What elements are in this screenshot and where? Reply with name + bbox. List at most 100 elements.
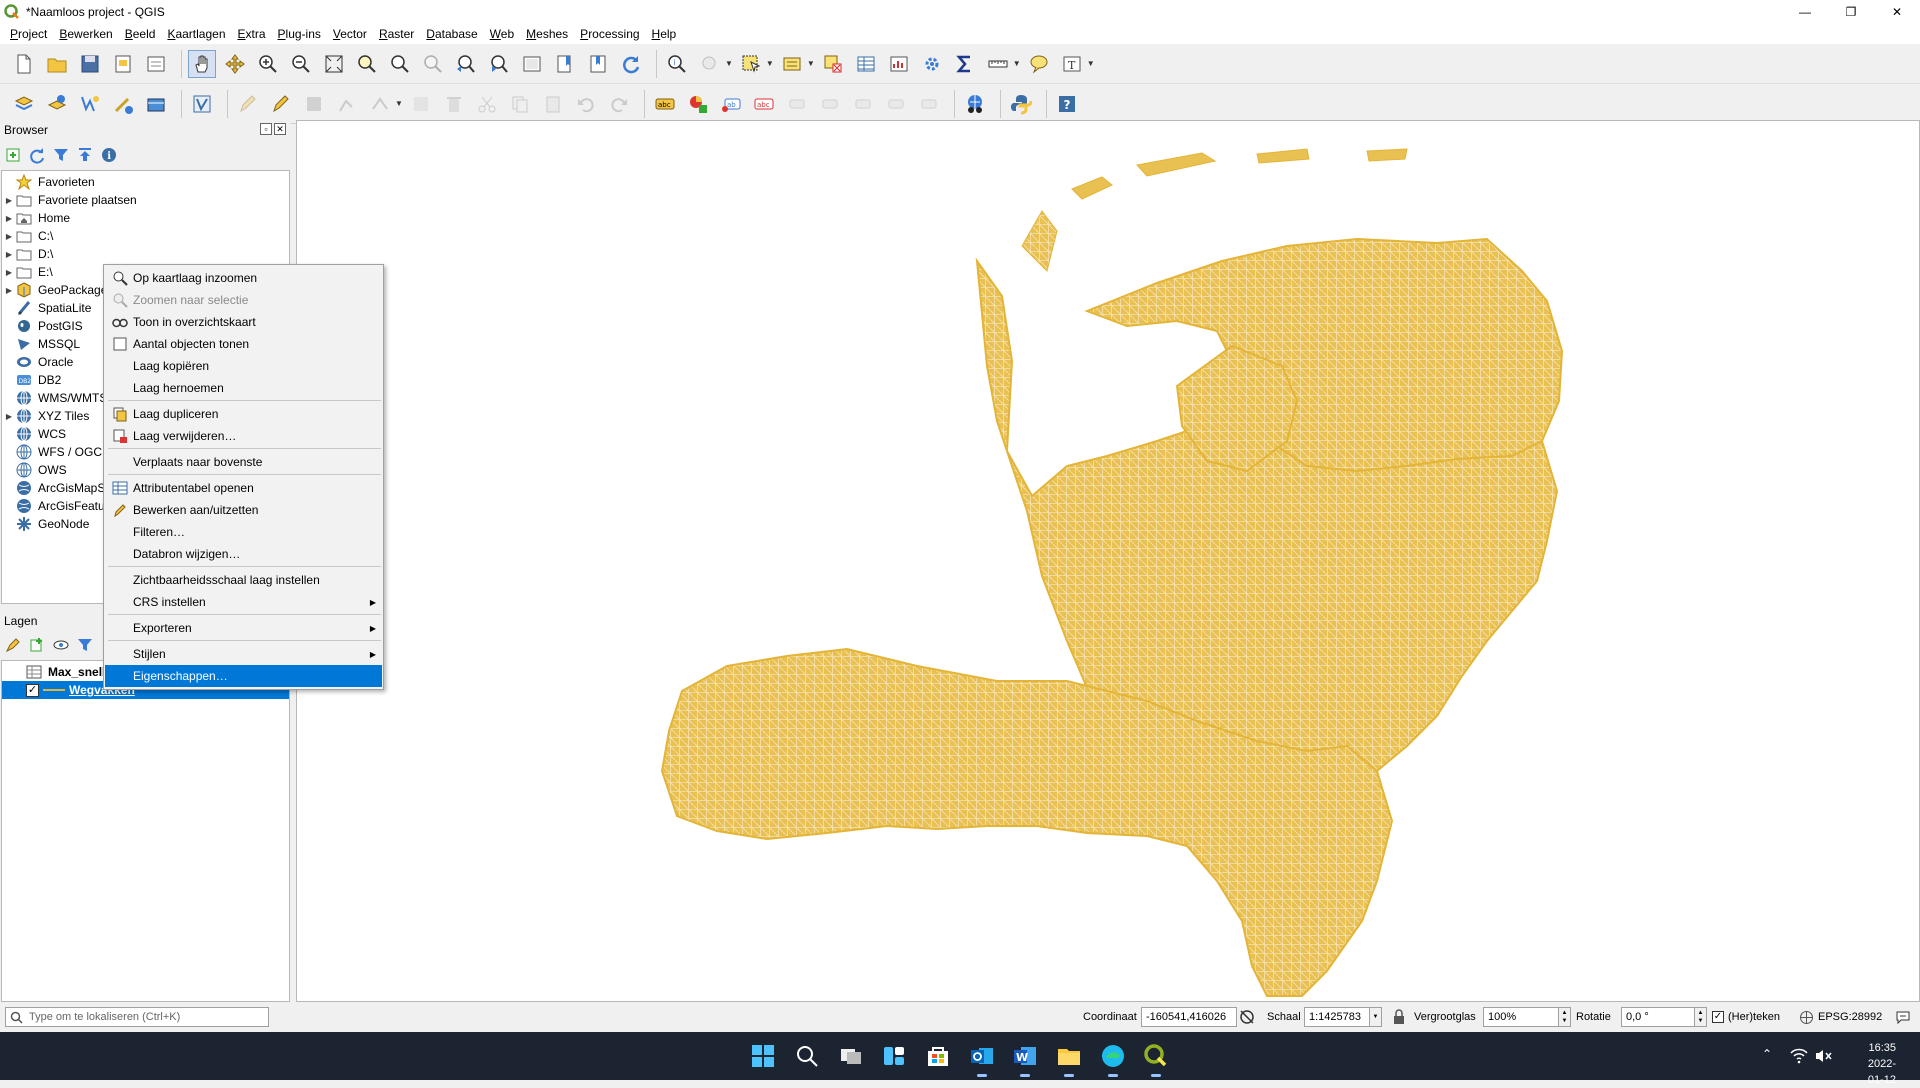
layer-visibility-checkbox[interactable]: ✓ [26,683,39,697]
wifi-icon[interactable] [1790,1048,1808,1064]
edge-button[interactable] [1099,1042,1127,1077]
outlook-button[interactable] [968,1042,996,1077]
menu-bewerken[interactable]: Bewerken [53,27,118,41]
browser-item-ows[interactable]: OWS [2,461,67,479]
text-annotation-button[interactable]: T [1058,50,1086,78]
chevron-right-icon[interactable]: ▶ [2,232,16,241]
toggle-extents-icon[interactable] [1238,1008,1256,1026]
new-print-layout-button[interactable] [109,50,137,78]
deselect-all-button[interactable] [819,50,847,78]
browser-item-wfs-ogc[interactable]: WFS / OGC [2,443,102,461]
menu-database[interactable]: Database [420,27,483,41]
menu-item-laag-dupliceren[interactable]: Laag dupliceren [105,403,382,425]
select-features-button[interactable] [737,50,765,78]
delete-selected-button[interactable] [440,90,468,118]
chevron-right-icon[interactable]: ▶ [2,268,16,277]
manage-visibility-icon[interactable] [52,636,70,654]
zoom-next-button[interactable] [485,50,513,78]
metasearch-button[interactable] [961,90,989,118]
layers-tree[interactable]: Max_snelheden ✓ Wegvakken [1,660,290,1002]
browser-item-spatialite[interactable]: SpatiaLite [2,299,91,317]
qgis-taskbar-button[interactable] [1142,1042,1170,1077]
toggle-editing-button[interactable] [267,90,295,118]
menu-meshes[interactable]: Meshes [520,27,574,41]
lock-icon[interactable] [1392,1009,1406,1025]
new-project-button[interactable] [10,50,38,78]
new-temporary-layer-button[interactable] [109,90,137,118]
refresh-icon[interactable] [28,146,46,164]
data-source-manager-button[interactable] [10,90,38,118]
python-console-button[interactable] [1007,90,1035,118]
browser-item-wcs[interactable]: WCS [2,425,66,443]
zoom-last-button[interactable] [452,50,480,78]
word-button[interactable]: W [1011,1042,1039,1077]
collapse-all-icon[interactable] [76,146,94,164]
open-project-button[interactable] [43,50,71,78]
save-edits-button[interactable] [300,90,328,118]
menu-item-filteren[interactable]: Filteren… [105,521,382,543]
map-tips-button[interactable] [1025,50,1053,78]
run-action-button[interactable] [696,50,724,78]
browser-item-postgis[interactable]: PostGIS [2,317,83,335]
rotation-field[interactable]: 0,0 ° [1621,1007,1695,1027]
chevron-right-icon[interactable]: ▶ [2,196,16,205]
info-icon[interactable]: i [100,146,118,164]
browser-item-wms-wmts[interactable]: WMS/WMTS [2,389,107,407]
menu-kaartlagen[interactable]: Kaartlagen [161,27,231,41]
browser-item-favorieten[interactable]: Favorieten [2,173,95,191]
open-attribute-table-button[interactable] [852,50,880,78]
float-panel-button[interactable]: ▫ [260,123,272,135]
close-panel-button[interactable]: ✕ [274,123,286,135]
add-feature-button[interactable] [333,90,361,118]
statistical-summary-button[interactable] [885,50,913,78]
show-hide-labels-button[interactable] [816,90,844,118]
locator-search[interactable]: Type om te lokaliseren (Ctrl+K) [5,1007,269,1027]
browser-item-mssql[interactable]: MSSQL [2,335,80,353]
menu-help[interactable]: Help [646,27,683,41]
menu-vector[interactable]: Vector [327,27,373,41]
map-canvas[interactable] [296,120,1920,1002]
scale-dropdown-icon[interactable]: ▼ [1370,1007,1382,1027]
pan-to-selection-button[interactable] [221,50,249,78]
save-project-button[interactable] [76,50,104,78]
zoom-full-button[interactable] [320,50,348,78]
add-vector-layer-button[interactable] [43,90,71,118]
browser-item-oracle[interactable]: Oracle [2,353,73,371]
zoom-in-button[interactable] [254,50,282,78]
menu-beeld[interactable]: Beeld [119,27,162,41]
filter-legend-icon[interactable] [76,636,94,654]
close-button[interactable]: ✕ [1874,0,1920,24]
show-bookmarks-button[interactable] [584,50,612,78]
browser-item-c-drive[interactable]: ▶ C:\ [2,227,53,245]
menu-item-laag-verwijderen[interactable]: Laag verwijderen… [105,425,382,447]
menu-item-bewerken-aan-uitzetten[interactable]: Bewerken aan/uitzetten [105,499,382,521]
render-checkbox[interactable]: ✓ [1712,1011,1724,1023]
highlight-pinned-labels-button[interactable]: ab [717,90,745,118]
current-edits-button[interactable] [234,90,262,118]
minimize-button[interactable]: — [1782,0,1828,24]
filter-icon[interactable] [52,146,70,164]
rotation-spinner-icon[interactable]: ▲ ▼ [1695,1007,1707,1027]
menu-item-aantal-objecten-tonen[interactable]: Aantal objecten tonen [105,333,382,355]
chevron-right-icon[interactable]: ▶ [2,250,16,259]
browser-item-e-drive[interactable]: ▶ E:\ [2,263,53,281]
chevron-up-icon[interactable]: ⌃ [1762,1047,1778,1063]
browser-item-home[interactable]: ▶ Home [2,209,70,227]
vertex-tool-button[interactable] [366,90,394,118]
modify-attributes-button[interactable] [407,90,435,118]
zoom-to-selection-button[interactable] [353,50,381,78]
menu-item-attributentabel-openen[interactable]: Attributentabel openen [105,477,382,499]
browser-item-d-drive[interactable]: ▶ D:\ [2,245,53,263]
pan-map-button[interactable] [188,49,216,78]
menu-item-databron-wijzigen[interactable]: Databron wijzigen… [105,543,382,565]
undo-button[interactable] [572,90,600,118]
field-calculator-button[interactable] [951,50,979,78]
coordinate-field[interactable]: -160541,416026 [1141,1007,1237,1027]
menu-item-op-kaartlaag-inzoomen[interactable]: Op kaartlaag inzoomen [105,267,382,289]
new-map-view-button[interactable] [518,50,546,78]
zoom-to-layer-button[interactable] [386,50,414,78]
layout-manager-button[interactable] [142,50,170,78]
magnifier-field[interactable]: 100% [1483,1007,1559,1027]
zoom-out-button[interactable] [287,50,315,78]
add-group-icon[interactable] [28,636,46,654]
